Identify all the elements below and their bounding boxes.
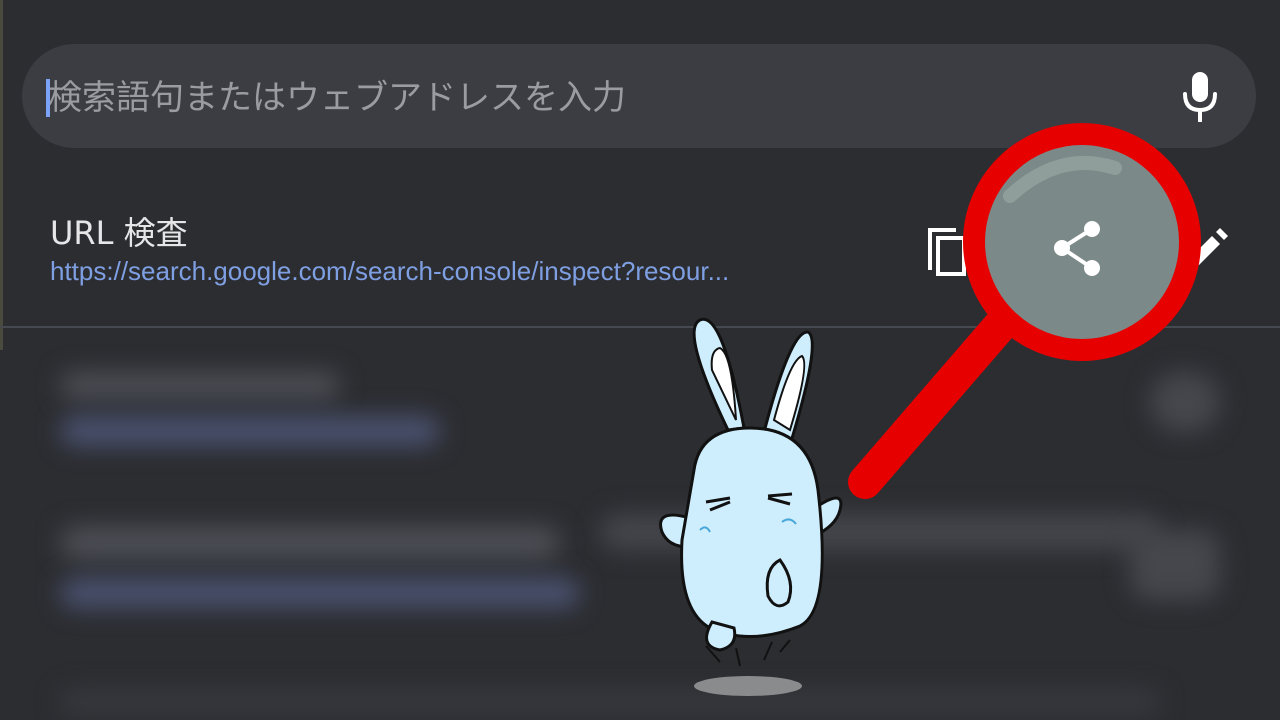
rabbit-mascot — [659, 317, 843, 696]
browser-screen: URL 検査 https://search.google.com/search-… — [0, 0, 1280, 720]
